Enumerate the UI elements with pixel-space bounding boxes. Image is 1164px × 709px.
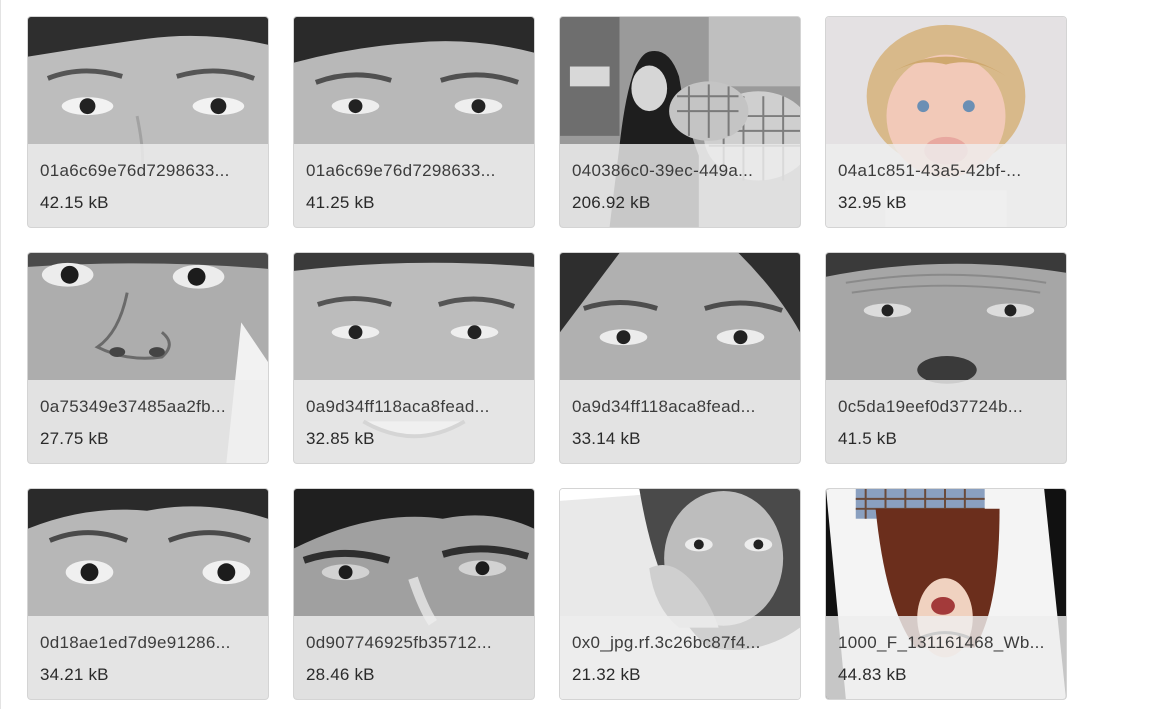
file-name: 04a1c851-43a5-42bf-... — [838, 161, 1022, 180]
file-size: 41.5 kB — [838, 429, 898, 448]
file-name: 01a6c69e76d7298633... — [306, 161, 496, 180]
file-size: 41.25 kB — [306, 193, 375, 212]
file-name: 0a9d34ff118aca8fead... — [306, 397, 490, 416]
file-size: 32.95 kB — [838, 193, 907, 212]
file-name: 0a75349e37485aa2fb... — [40, 397, 226, 416]
file-card[interactable]: 1000_F_131161468_Wb... 44.83 kB — [825, 488, 1067, 700]
file-gallery-page: 01a6c69e76d7298633... 42.15 kB 01a6c69e7… — [0, 0, 1164, 709]
file-card[interactable]: 04a1c851-43a5-42bf-... 32.95 kB — [825, 16, 1067, 228]
file-caption: 0a75349e37485aa2fb... 27.75 kB — [28, 380, 268, 463]
file-card[interactable]: 01a6c69e76d7298633... 42.15 kB — [27, 16, 269, 228]
file-caption: 0c5da19eef0d37724b... 41.5 kB — [826, 380, 1066, 463]
file-name: 1000_F_131161468_Wb... — [838, 633, 1045, 652]
file-caption: 0a9d34ff118aca8fead... 33.14 kB — [560, 380, 800, 463]
file-card[interactable]: 0c5da19eef0d37724b... 41.5 kB — [825, 252, 1067, 464]
file-caption: 0x0_jpg.rf.3c26bc87f4... 21.32 kB — [560, 616, 800, 699]
file-caption: 01a6c69e76d7298633... 41.25 kB — [294, 144, 534, 227]
file-size: 206.92 kB — [572, 193, 651, 212]
file-card[interactable]: 0a9d34ff118aca8fead... 33.14 kB — [559, 252, 801, 464]
file-caption: 040386c0-39ec-449a... 206.92 kB — [560, 144, 800, 227]
file-card[interactable]: 0d18ae1ed7d9e91286... 34.21 kB — [27, 488, 269, 700]
file-card[interactable]: 0a75349e37485aa2fb... 27.75 kB — [27, 252, 269, 464]
file-caption: 04a1c851-43a5-42bf-... 32.95 kB — [826, 144, 1066, 227]
file-name: 0d907746925fb35712... — [306, 633, 492, 652]
file-card[interactable]: 040386c0-39ec-449a... 206.92 kB — [559, 16, 801, 228]
file-caption: 0d18ae1ed7d9e91286... 34.21 kB — [28, 616, 268, 699]
file-size: 21.32 kB — [572, 665, 641, 684]
file-card[interactable]: 0d907746925fb35712... 28.46 kB — [293, 488, 535, 700]
file-caption: 01a6c69e76d7298633... 42.15 kB — [28, 144, 268, 227]
file-caption: 0a9d34ff118aca8fead... 32.85 kB — [294, 380, 534, 463]
file-card[interactable]: 0a9d34ff118aca8fead... 32.85 kB — [293, 252, 535, 464]
file-name: 01a6c69e76d7298633... — [40, 161, 230, 180]
file-size: 34.21 kB — [40, 665, 109, 684]
file-size: 27.75 kB — [40, 429, 109, 448]
file-size: 32.85 kB — [306, 429, 375, 448]
file-name: 0d18ae1ed7d9e91286... — [40, 633, 231, 652]
file-size: 33.14 kB — [572, 429, 641, 448]
file-name: 0a9d34ff118aca8fead... — [572, 397, 756, 416]
file-caption: 0d907746925fb35712... 28.46 kB — [294, 616, 534, 699]
file-name: 040386c0-39ec-449a... — [572, 161, 754, 180]
file-size: 44.83 kB — [838, 665, 907, 684]
file-card[interactable]: 01a6c69e76d7298633... 41.25 kB — [293, 16, 535, 228]
file-name: 0x0_jpg.rf.3c26bc87f4... — [572, 633, 761, 652]
file-card[interactable]: 0x0_jpg.rf.3c26bc87f4... 21.32 kB — [559, 488, 801, 700]
file-size: 42.15 kB — [40, 193, 109, 212]
thumbnail-grid: 01a6c69e76d7298633... 42.15 kB 01a6c69e7… — [27, 16, 1067, 700]
file-name: 0c5da19eef0d37724b... — [838, 397, 1023, 416]
file-size: 28.46 kB — [306, 665, 375, 684]
file-caption: 1000_F_131161468_Wb... 44.83 kB — [826, 616, 1066, 699]
